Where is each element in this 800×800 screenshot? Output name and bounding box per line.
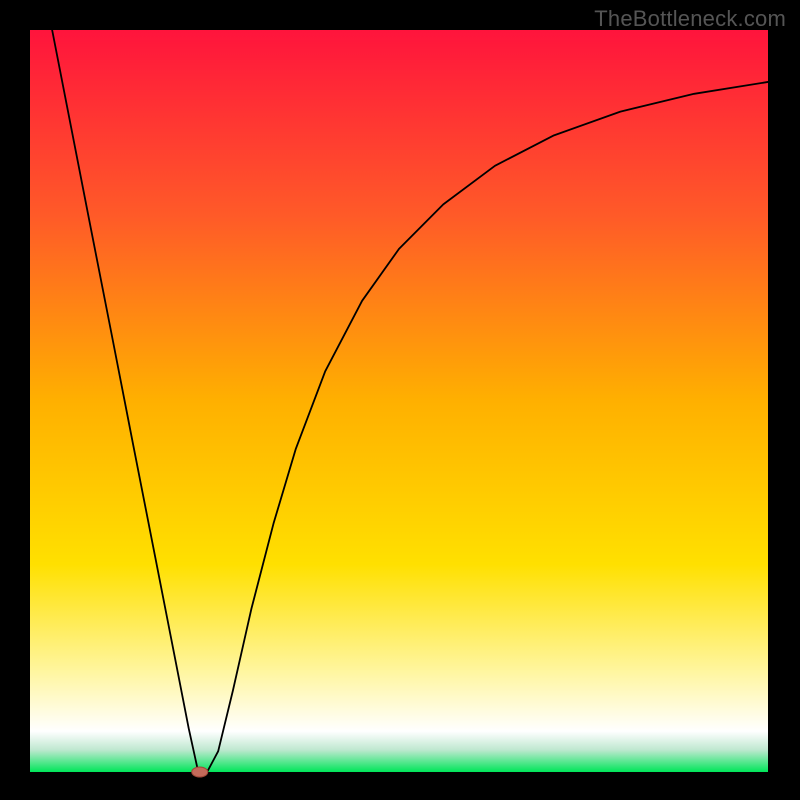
watermark-text: TheBottleneck.com <box>594 6 786 32</box>
chart-svg <box>0 0 800 800</box>
chart-background <box>30 30 768 772</box>
optimal-point-marker <box>192 767 208 777</box>
bottleneck-chart: TheBottleneck.com <box>0 0 800 800</box>
